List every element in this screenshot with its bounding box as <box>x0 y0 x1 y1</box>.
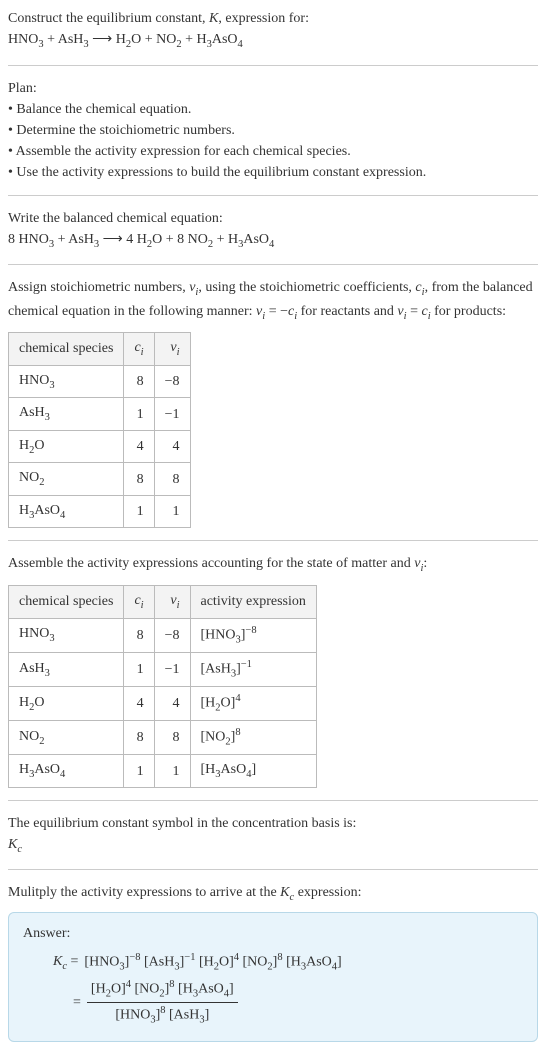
divider <box>8 869 538 870</box>
answer-denominator: [HNO3]8 [AsH3] <box>87 1003 238 1028</box>
table-header-row: chemical species ci νi <box>9 333 191 366</box>
cell-c: 4 <box>124 430 154 463</box>
cell-species: H3AsO4 <box>9 755 124 788</box>
multiply-title: Mulitply the activity expressions to arr… <box>8 882 538 906</box>
cell-c: 1 <box>124 755 154 788</box>
col-vi: νi <box>154 333 190 366</box>
cell-species: HNO3 <box>9 618 124 652</box>
cell-v: 4 <box>154 430 190 463</box>
col-species: chemical species <box>9 333 124 366</box>
col-ci: ci <box>124 333 154 366</box>
answer-eq: = <box>73 992 81 1013</box>
divider <box>8 195 538 196</box>
answer-line2: Kc = [H2O]4 [NO2]8 [H3AsO4] [HNO3]8 [AsH… <box>53 977 523 1028</box>
col-expr: activity expression <box>190 586 316 619</box>
cell-c: 8 <box>124 618 154 652</box>
symbol-line1: The equilibrium constant symbol in the c… <box>8 813 538 834</box>
answer-label: Answer: <box>23 923 523 944</box>
header-equation: HNO3 + AsH3 ⟶ H2O + NO2 + H3AsO4 <box>8 29 538 53</box>
divider <box>8 800 538 801</box>
stoich-table: chemical species ci νi HNO38−8 AsH31−1 H… <box>8 332 191 528</box>
plan-item: • Assemble the activity expression for e… <box>8 141 538 162</box>
answer-body: Kc = [HNO3]−8 [AsH3]−1 [H2O]4 [NO2]8 [H3… <box>23 950 523 1029</box>
symbol-section: The equilibrium constant symbol in the c… <box>8 813 538 858</box>
cell-expr: [H3AsO4] <box>190 755 316 788</box>
answer-line1: Kc = [HNO3]−8 [AsH3]−1 [H2O]4 [NO2]8 [H3… <box>53 950 523 975</box>
header-section: Construct the equilibrium constant, K, e… <box>8 8 538 53</box>
cell-c: 8 <box>124 365 154 398</box>
cell-v: 4 <box>154 686 190 720</box>
col-ci: ci <box>124 586 154 619</box>
answer-numerator: [H2O]4 [NO2]8 [H3AsO4] <box>87 977 238 1003</box>
cell-c: 8 <box>124 463 154 496</box>
cell-species: H2O <box>9 430 124 463</box>
table-row: H2O44 <box>9 430 191 463</box>
cell-v: −8 <box>154 618 190 652</box>
cell-expr: [NO2]8 <box>190 721 316 755</box>
cell-c: 1 <box>124 495 154 528</box>
table-header-row: chemical species ci νi activity expressi… <box>9 586 317 619</box>
answer-flat: [HNO3]−8 [AsH3]−1 [H2O]4 [NO2]8 [H3AsO4] <box>84 950 341 975</box>
cell-species: NO2 <box>9 463 124 496</box>
cell-v: −1 <box>154 652 190 686</box>
table-row: H2O44[H2O]4 <box>9 686 317 720</box>
divider <box>8 540 538 541</box>
plan-item: • Balance the chemical equation. <box>8 99 538 120</box>
cell-species: NO2 <box>9 721 124 755</box>
col-species: chemical species <box>9 586 124 619</box>
answer-fraction: [H2O]4 [NO2]8 [H3AsO4] [HNO3]8 [AsH3] <box>87 977 238 1028</box>
table-row: AsH31−1 <box>9 398 191 431</box>
answer-lhs: Kc = <box>53 951 78 975</box>
table-row: H3AsO411[H3AsO4] <box>9 755 317 788</box>
divider <box>8 65 538 66</box>
cell-v: −1 <box>154 398 190 431</box>
cell-expr: [H2O]4 <box>190 686 316 720</box>
balanced-section: Write the balanced chemical equation: 8 … <box>8 208 538 253</box>
balanced-title: Write the balanced chemical equation: <box>8 208 538 229</box>
table-row: H3AsO411 <box>9 495 191 528</box>
table-row: HNO38−8[HNO3]−8 <box>9 618 317 652</box>
table-row: NO288 <box>9 463 191 496</box>
header-line1: Construct the equilibrium constant, K, e… <box>8 8 538 29</box>
cell-species: AsH3 <box>9 398 124 431</box>
multiply-section: Mulitply the activity expressions to arr… <box>8 882 538 1041</box>
divider <box>8 264 538 265</box>
cell-expr: [AsH3]−1 <box>190 652 316 686</box>
activity-intro: Assemble the activity expressions accoun… <box>8 553 538 577</box>
balanced-equation: 8 HNO3 + AsH3 ⟶ 4 H2O + 8 NO2 + H3AsO4 <box>8 229 538 253</box>
cell-v: 8 <box>154 721 190 755</box>
cell-c: 1 <box>124 398 154 431</box>
cell-c: 1 <box>124 652 154 686</box>
plan-item: • Use the activity expressions to build … <box>8 162 538 183</box>
cell-v: −8 <box>154 365 190 398</box>
cell-species: AsH3 <box>9 652 124 686</box>
cell-expr: [HNO3]−8 <box>190 618 316 652</box>
stoich-intro: Assign stoichiometric numbers, νi, using… <box>8 277 538 324</box>
symbol-line2: Kc <box>8 834 538 858</box>
activity-section: Assemble the activity expressions accoun… <box>8 553 538 787</box>
activity-table: chemical species ci νi activity expressi… <box>8 585 317 788</box>
cell-species: H3AsO4 <box>9 495 124 528</box>
cell-v: 1 <box>154 495 190 528</box>
table-row: AsH31−1[AsH3]−1 <box>9 652 317 686</box>
plan-section: Plan: • Balance the chemical equation. •… <box>8 78 538 183</box>
answer-box: Answer: Kc = [HNO3]−8 [AsH3]−1 [H2O]4 [N… <box>8 912 538 1042</box>
cell-v: 1 <box>154 755 190 788</box>
cell-c: 4 <box>124 686 154 720</box>
stoich-section: Assign stoichiometric numbers, νi, using… <box>8 277 538 528</box>
cell-c: 8 <box>124 721 154 755</box>
plan-title: Plan: <box>8 78 538 99</box>
table-row: NO288[NO2]8 <box>9 721 317 755</box>
table-row: HNO38−8 <box>9 365 191 398</box>
cell-species: HNO3 <box>9 365 124 398</box>
cell-v: 8 <box>154 463 190 496</box>
cell-species: H2O <box>9 686 124 720</box>
col-vi: νi <box>154 586 190 619</box>
plan-item: • Determine the stoichiometric numbers. <box>8 120 538 141</box>
